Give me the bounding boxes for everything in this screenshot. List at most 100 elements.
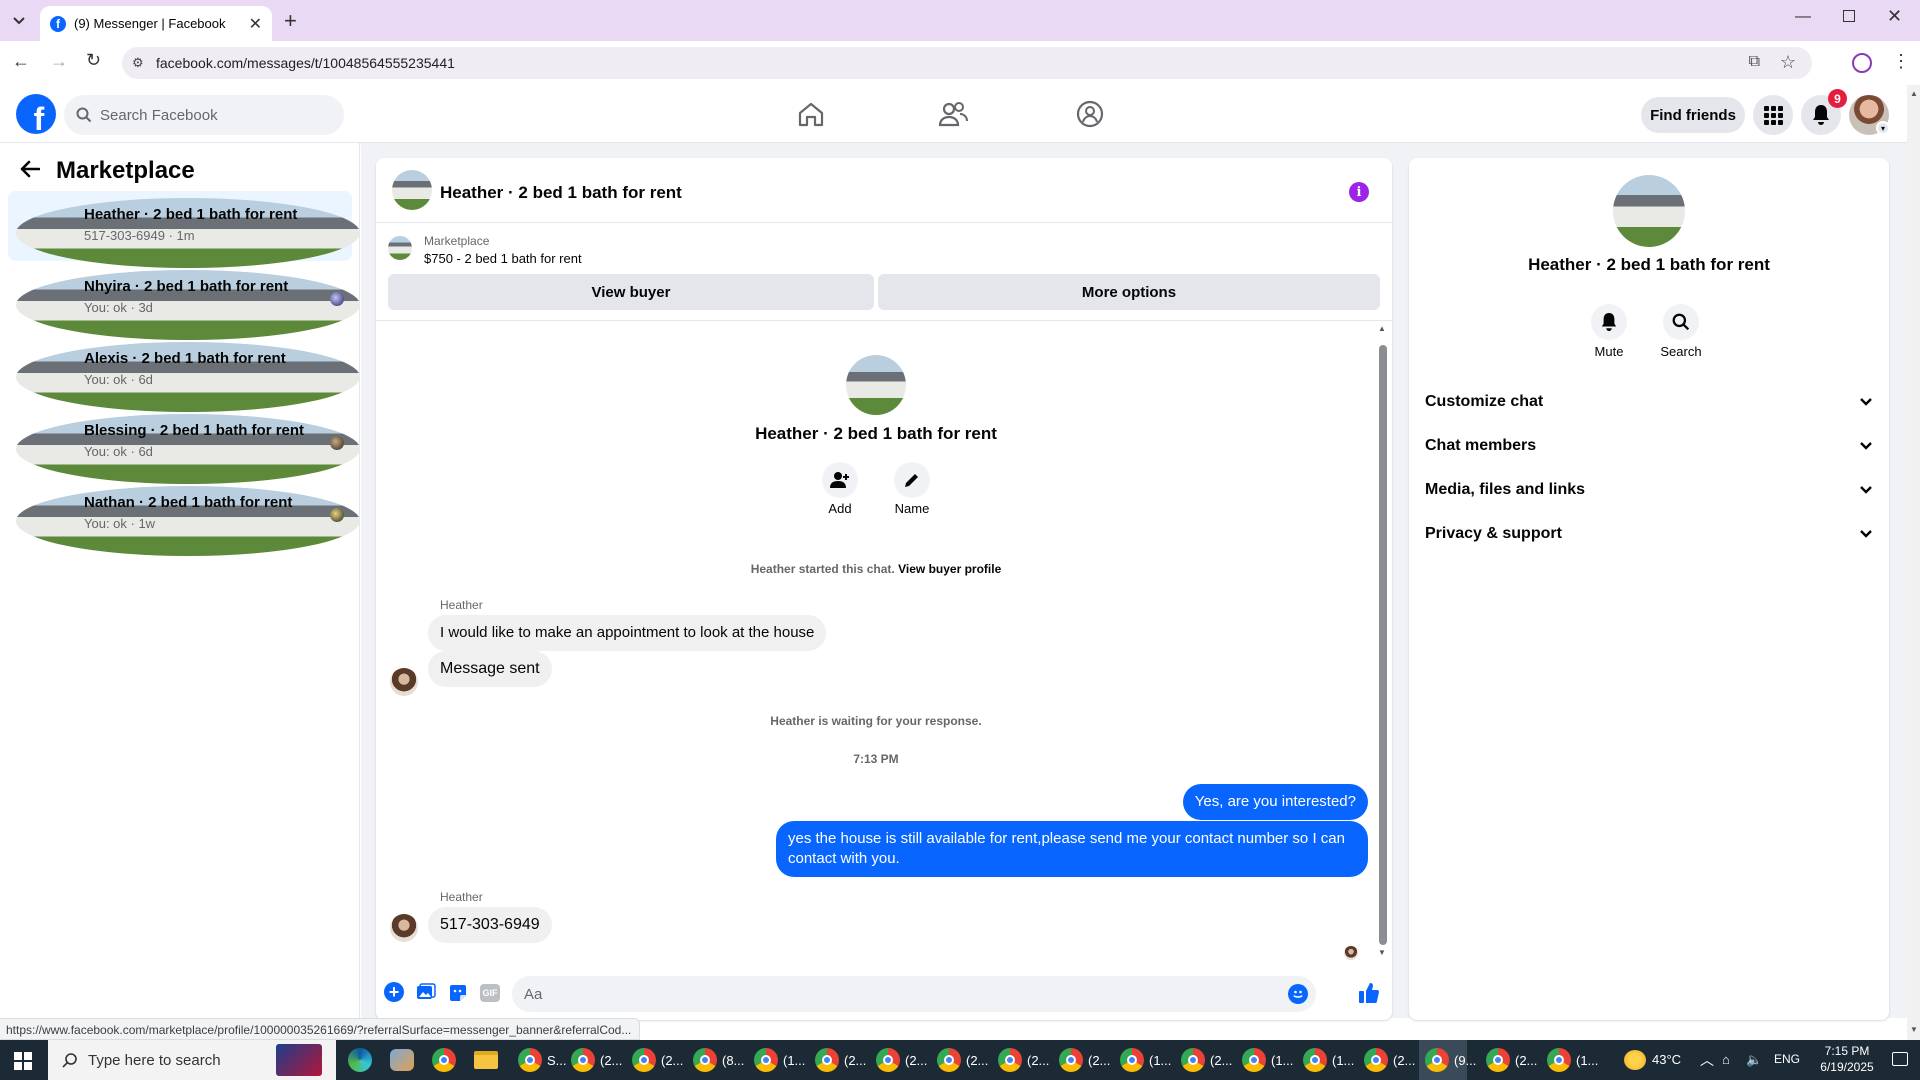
- message-input[interactable]: Aa: [512, 976, 1316, 1012]
- chrome-window-taskbar-button[interactable]: (1...: [748, 1040, 805, 1080]
- edit-name-pencil-icon[interactable]: [894, 462, 930, 498]
- customize-chat-section[interactable]: Customize chat: [1425, 380, 1873, 424]
- forward-arrow-icon[interactable]: →: [50, 51, 68, 72]
- scroll-up-arrow-icon[interactable]: ▲: [1910, 89, 1918, 98]
- chrome-window-taskbar-button[interactable]: (1...: [1297, 1040, 1354, 1080]
- scroll-down-arrow-icon[interactable]: ▼: [1910, 1025, 1918, 1034]
- incoming-message[interactable]: Message sent: [428, 651, 552, 687]
- browser-tab[interactable]: f (9) Messenger | Facebook ✕: [40, 6, 272, 41]
- chrome-window-taskbar-button[interactable]: (1...: [1236, 1040, 1293, 1080]
- weather-temperature[interactable]: 43°C: [1652, 1052, 1681, 1067]
- more-actions-plus-icon[interactable]: +: [384, 982, 404, 1002]
- incoming-message[interactable]: 517-303-6949: [428, 907, 552, 943]
- mute-bell-icon[interactable]: [1591, 304, 1627, 340]
- conversation-item-nathan[interactable]: Nathan · 2 bed 1 bath for rent You: ok ·…: [8, 479, 360, 556]
- weather-sun-icon[interactable]: [1624, 1050, 1646, 1070]
- heather-avatar[interactable]: [390, 914, 418, 942]
- groups-nav-icon[interactable]: [1076, 100, 1104, 128]
- chrome-window-taskbar-button[interactable]: (2...: [1480, 1040, 1537, 1080]
- thumbs-up-like-icon[interactable]: [1358, 982, 1380, 1004]
- home-nav-icon[interactable]: [797, 101, 825, 127]
- reload-icon[interactable]: ↻: [86, 50, 101, 71]
- language-indicator[interactable]: ENG: [1774, 1052, 1800, 1066]
- chrome-taskbar-icon[interactable]: [426, 1040, 474, 1080]
- listing-text[interactable]: $750 - 2 bed 1 bath for rent: [424, 251, 582, 266]
- add-person-icon[interactable]: [822, 462, 858, 498]
- chrome-window-taskbar-button[interactable]: (1...: [1114, 1040, 1171, 1080]
- back-arrow-icon[interactable]: [20, 160, 40, 178]
- close-window-icon[interactable]: ✕: [1887, 6, 1902, 27]
- show-hidden-icons-chevron-icon[interactable]: ︿: [1700, 1050, 1714, 1070]
- outgoing-message[interactable]: yes the house is still available for ren…: [776, 821, 1368, 877]
- edge-taskbar-icon[interactable]: [342, 1040, 390, 1080]
- menu-grid-icon[interactable]: [1753, 95, 1793, 135]
- chrome-icon: [876, 1048, 900, 1072]
- address-bar[interactable]: ⚙ facebook.com/messages/t/10048564555235…: [122, 47, 1812, 79]
- chat-members-section[interactable]: Chat members: [1425, 424, 1873, 468]
- page-scrollbar[interactable]: ▲ ▼: [1907, 85, 1920, 1040]
- search-input[interactable]: Search Facebook: [64, 95, 344, 135]
- install-app-icon[interactable]: ⧉: [1749, 53, 1760, 71]
- chrome-window-taskbar-button[interactable]: (2...: [931, 1040, 988, 1080]
- outgoing-message[interactable]: Yes, are you interested?: [1182, 784, 1368, 820]
- app-taskbar-icon[interactable]: [384, 1040, 432, 1080]
- chat-header-thumbnail[interactable]: [392, 170, 432, 210]
- taskbar-search-box[interactable]: Type here to search: [48, 1040, 336, 1080]
- conversation-item-alexis[interactable]: Alexis · 2 bed 1 bath for rent You: ok ·…: [8, 335, 360, 412]
- attach-photo-icon[interactable]: [416, 983, 436, 1001]
- chrome-window-taskbar-button[interactable]: S...: [512, 1040, 567, 1080]
- more-options-button[interactable]: More options: [878, 274, 1380, 310]
- browser-menu-icon[interactable]: ⋮: [1892, 51, 1910, 72]
- chrome-window-taskbar-button[interactable]: (2...: [1053, 1040, 1110, 1080]
- chrome-window-taskbar-button[interactable]: (2...: [809, 1040, 866, 1080]
- info-profile-photo[interactable]: [1613, 175, 1685, 247]
- conversation-item-heather[interactable]: Heather · 2 bed 1 bath for rent 517-303-…: [8, 191, 360, 268]
- sticker-icon[interactable]: [448, 983, 468, 1003]
- file-explorer-taskbar-icon[interactable]: [468, 1040, 516, 1080]
- facebook-logo-icon[interactable]: f: [16, 94, 56, 134]
- chrome-window-taskbar-button[interactable]: (1...: [1541, 1040, 1598, 1080]
- chrome-window-taskbar-button[interactable]: (2...: [992, 1040, 1049, 1080]
- media-files-links-section[interactable]: Media, files and links: [1425, 468, 1873, 512]
- chrome-window-taskbar-button[interactable]: (9...: [1419, 1040, 1476, 1080]
- chrome-window-taskbar-button[interactable]: (2...: [565, 1040, 622, 1080]
- chrome-window-taskbar-button[interactable]: (2...: [626, 1040, 683, 1080]
- tab-search-chevron-icon[interactable]: [8, 10, 30, 32]
- friends-nav-icon[interactable]: [938, 101, 968, 127]
- minimize-window-icon[interactable]: —: [1795, 8, 1811, 26]
- chrome-window-taskbar-button[interactable]: (2...: [1175, 1040, 1232, 1080]
- heather-avatar[interactable]: [390, 668, 418, 696]
- tab-close-icon[interactable]: ✕: [249, 14, 262, 34]
- chat-scrollbar-thumb[interactable]: [1379, 345, 1387, 945]
- notification-center-icon[interactable]: [1892, 1052, 1908, 1066]
- chrome-window-taskbar-button[interactable]: (8...: [687, 1040, 744, 1080]
- profile-icon[interactable]: [1852, 53, 1872, 73]
- restore-window-icon[interactable]: [1843, 10, 1855, 22]
- chrome-window-taskbar-button[interactable]: (2...: [870, 1040, 927, 1080]
- scroll-down-arrow-icon[interactable]: ▼: [1378, 948, 1386, 957]
- chat-profile-photo[interactable]: [846, 355, 906, 415]
- privacy-support-section[interactable]: Privacy & support: [1425, 512, 1873, 556]
- back-arrow-icon[interactable]: ←: [12, 51, 30, 72]
- emoji-icon[interactable]: [1288, 984, 1308, 1004]
- taskbar-clock[interactable]: 7:15 PM 6/19/2025: [1812, 1043, 1882, 1075]
- windows-start-icon[interactable]: [14, 1052, 32, 1070]
- chat-title[interactable]: Heather · 2 bed 1 bath for rent: [440, 183, 682, 203]
- site-info-icon[interactable]: ⚙: [132, 55, 144, 71]
- scroll-up-arrow-icon[interactable]: ▲: [1378, 324, 1386, 333]
- incoming-message[interactable]: I would like to make an appointment to l…: [428, 615, 827, 651]
- account-chevron-down-icon[interactable]: ▾: [1876, 121, 1890, 135]
- chrome-window-taskbar-button[interactable]: (2...: [1358, 1040, 1415, 1080]
- bookmark-star-icon[interactable]: ☆: [1780, 52, 1796, 73]
- view-buyer-button[interactable]: View buyer: [388, 274, 874, 310]
- conversation-item-blessing[interactable]: Blessing · 2 bed 1 bath for rent You: ok…: [8, 407, 360, 484]
- network-icon[interactable]: ⌂: [1722, 1052, 1730, 1067]
- view-buyer-profile-link[interactable]: View buyer profile: [898, 562, 1001, 576]
- conversation-info-icon[interactable]: i: [1349, 182, 1369, 202]
- gif-icon[interactable]: GIF: [480, 984, 500, 1002]
- conversation-item-nhyira[interactable]: Nhyira · 2 bed 1 bath for rent You: ok ·…: [8, 263, 360, 340]
- new-tab-plus-icon[interactable]: +: [284, 8, 297, 34]
- search-conversation-icon[interactable]: [1663, 304, 1699, 340]
- find-friends-button[interactable]: Find friends: [1641, 97, 1745, 133]
- volume-icon[interactable]: 🔈: [1746, 1052, 1762, 1068]
